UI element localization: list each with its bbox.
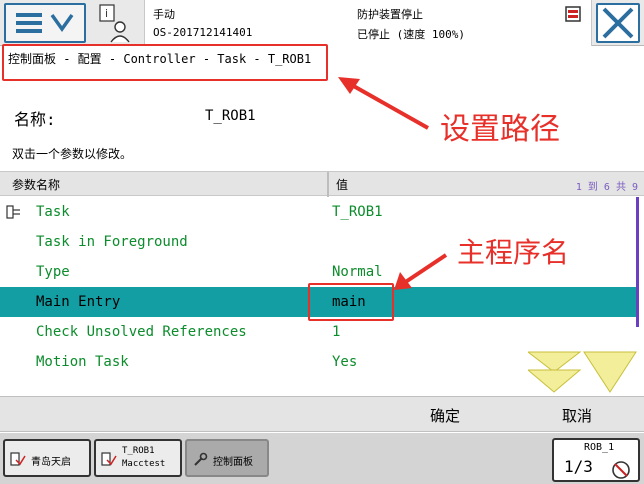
command-bar: 确定 取消 [0,396,644,432]
abb-menu-button[interactable] [4,3,86,43]
ok-button[interactable]: 确定 [430,405,460,426]
top-bar: i 手动 OS-201712141401 防护装置停止 已停止 (速度 100%… [0,0,644,46]
row-count: 1 到 6 共 9 [575,182,638,193]
instruction-text: 双击一个参数以修改。 [12,147,133,161]
info-user-icon: i [99,4,130,43]
program-icon [101,452,117,466]
svg-text:i: i [105,7,108,20]
path-annotation: 设置路径 [440,112,560,147]
scrollbar[interactable] [636,197,639,327]
param-name: Type [36,264,70,280]
quickset-button[interactable]: ROB_1 1/3 [552,438,640,482]
taskbar-label: 控制面板 [213,457,253,468]
table-row[interactable]: Task T_ROB1 [0,197,636,227]
close-icon [602,7,634,39]
program-icon [10,452,26,466]
close-button[interactable] [596,3,640,43]
param-value: 1 [332,324,341,340]
param-name: Motion Task [36,354,129,370]
quickset-icon [612,461,630,479]
page-down-icon[interactable] [528,350,638,394]
instance-name-value: T_ROB1 [205,108,256,124]
operating-mode: 手动 [153,8,175,21]
main-entry-annotation: 主程序名 [457,236,570,269]
column-divider[interactable] [327,172,329,197]
param-name: Check Unsolved References [36,324,247,340]
menu-icon [16,13,74,33]
column-header-name[interactable]: 参数名称 [12,176,60,193]
path-highlight-box [2,44,328,81]
taskbar-item-control-panel[interactable]: 控制面板 [185,439,269,477]
table-header: 参数名称 值 1 到 6 共 9 [0,171,644,197]
task-icon [6,205,20,219]
mechanical-unit-label: ROB_1 [584,442,615,453]
param-name: Task [36,204,70,220]
param-value: T_ROB1 [332,204,383,220]
param-value: Yes [332,354,358,370]
run-status: 已停止 (速度 100%) [357,28,465,41]
taskbar-label: 青岛天启 [31,457,71,468]
taskbar-sublabel: Macctest [122,459,166,469]
taskbar: 青岛天启 T_ROB1 Macctest 控制面板 ROB_1 1/3 [0,433,644,484]
increment-fraction: 1/3 [564,457,593,476]
cancel-button[interactable]: 取消 [562,405,592,426]
main-entry-highlight-box [308,283,394,321]
status-bar: 手动 OS-201712141401 防护装置停止 已停止 (速度 100%) [144,0,592,46]
safety-status: 防护装置停止 [357,8,423,21]
instance-name-label: 名称: [14,110,56,129]
wrench-icon [194,452,208,466]
taskbar-item-trob1[interactable]: T_ROB1 Macctest [94,439,182,477]
alarm-icon [565,6,581,22]
param-name: Task in Foreground [36,234,188,250]
param-value: Normal [332,264,383,280]
event-log-button[interactable]: i [92,3,138,43]
taskbar-item-qingdao[interactable]: 青岛天启 [3,439,91,477]
system-name: OS-201712141401 [153,26,253,39]
table-row[interactable]: Check Unsolved References 1 [0,317,636,347]
param-name: Main Entry [36,294,121,310]
taskbar-label: T_ROB1 [122,446,155,456]
column-header-value[interactable]: 值 [336,176,348,193]
